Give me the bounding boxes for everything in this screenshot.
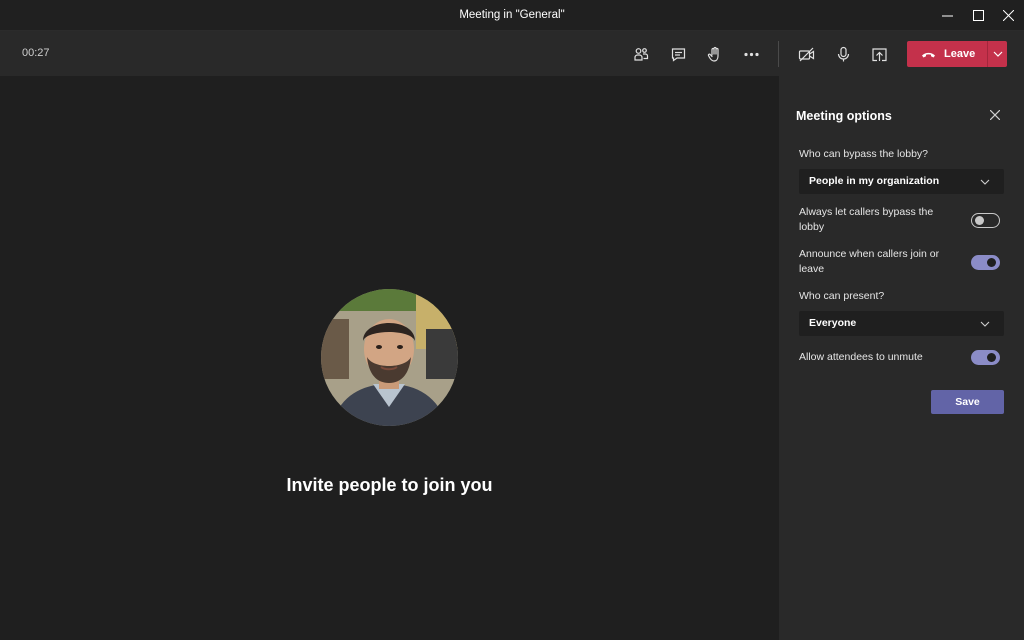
window-title: Meeting in "General" (459, 9, 565, 21)
chevron-down-icon (980, 321, 990, 327)
who-can-present-label: Who can present? (799, 290, 885, 302)
maximize-icon (972, 10, 984, 21)
participant-avatar (321, 289, 458, 426)
panel-title: Meeting options (796, 109, 892, 123)
close-icon (1002, 10, 1014, 21)
invite-prompt: Invite people to join you (286, 475, 493, 495)
toggle-knob (987, 258, 996, 267)
participants-icon (633, 47, 648, 61)
participants-button[interactable] (629, 42, 653, 66)
save-button[interactable]: Save (931, 390, 1004, 414)
allow-unmute-toggle[interactable] (971, 350, 1000, 365)
toggle-knob (987, 353, 996, 362)
callers-bypass-toggle[interactable] (971, 213, 1000, 228)
close-panel-button[interactable] (987, 107, 1003, 123)
lobby-bypass-label: Who can bypass the lobby? (799, 148, 928, 160)
lobby-bypass-value: People in my organization (809, 175, 940, 187)
microphone-button[interactable] (831, 42, 855, 66)
hang-up-icon (922, 52, 935, 57)
chevron-down-icon (980, 179, 990, 185)
more-icon (743, 52, 759, 56)
avatar-photo-icon (321, 289, 458, 426)
microphone-icon (837, 46, 849, 61)
who-can-present-select[interactable]: Everyone (799, 311, 1004, 336)
share-screen-icon (871, 47, 887, 61)
leave-button-group: Leave (907, 41, 1007, 67)
meeting-timer: 00:27 (22, 47, 50, 59)
chat-icon (671, 47, 685, 62)
who-can-present-value: Everyone (809, 317, 857, 329)
meeting-stage: Invite people to join you (0, 76, 779, 640)
window-titlebar: Meeting in "General" (0, 0, 1024, 31)
toolbar-divider (778, 41, 779, 67)
toggle-knob (975, 216, 984, 225)
minimize-icon (941, 15, 953, 17)
announce-callers-label: Announce when callers join or leave (799, 248, 940, 275)
callers-bypass-label: Always let callers bypass the lobby (799, 206, 934, 233)
more-actions-button[interactable] (739, 42, 763, 66)
raise-hand-button[interactable] (702, 42, 726, 66)
lobby-bypass-select[interactable]: People in my organization (799, 169, 1004, 194)
raise-hand-icon (707, 46, 719, 62)
chevron-down-icon (993, 51, 1002, 57)
camera-off-icon (798, 47, 814, 61)
chat-button[interactable] (666, 42, 690, 66)
close-window-button[interactable] (990, 0, 1024, 31)
announce-callers-toggle[interactable] (971, 255, 1000, 270)
camera-toggle-button[interactable] (794, 42, 818, 66)
leave-button[interactable]: Leave (907, 41, 987, 67)
share-screen-button[interactable] (867, 42, 891, 66)
leave-label: Leave (944, 48, 976, 60)
allow-unmute-label: Allow attendees to unmute (799, 351, 923, 363)
meeting-options-panel: Meeting options Who can bypass the lobby… (779, 76, 1024, 640)
close-icon (990, 110, 1000, 120)
meeting-toolbar: 00:27 Leave (0, 31, 1024, 76)
leave-options-dropdown[interactable] (988, 41, 1007, 67)
